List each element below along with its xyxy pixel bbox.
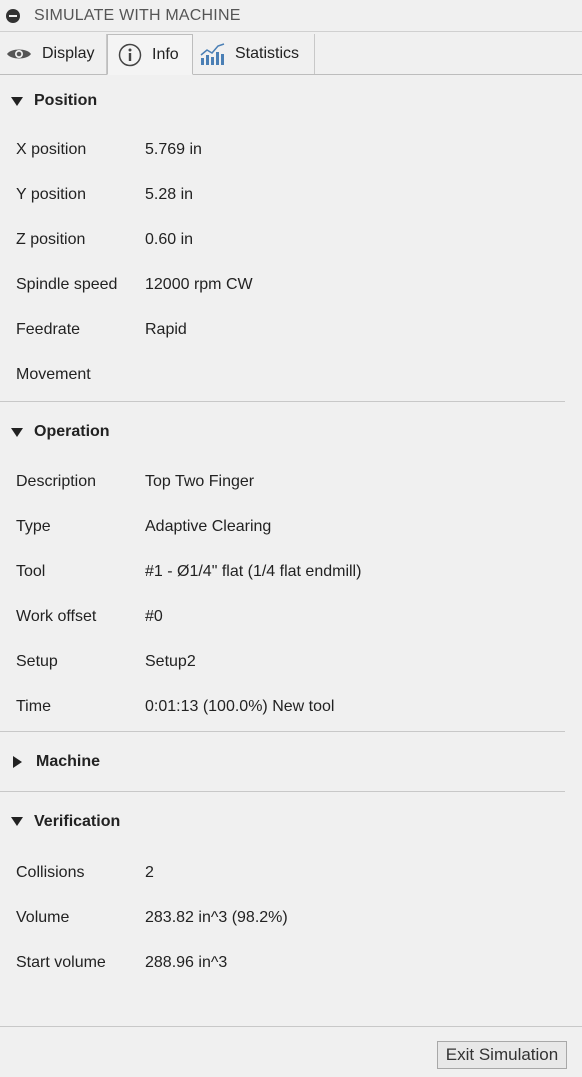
expanded-triangle-icon (11, 817, 23, 826)
property-label: Spindle speed (16, 275, 118, 293)
property-label: Type (16, 517, 51, 535)
verification-section-header[interactable]: Verification (0, 792, 565, 850)
property-row-spindle-speed: Spindle speed 12000 rpm CW (0, 262, 565, 307)
property-row-start-volume: Start volume 288.96 in^3 (0, 940, 565, 985)
property-label: Y position (16, 185, 86, 203)
info-icon (118, 43, 142, 67)
property-value: #0 (145, 607, 163, 625)
tab-statistics-label: Statistics (235, 45, 300, 62)
tab-statistics[interactable]: Statistics (193, 34, 315, 74)
property-row-movement: Movement (0, 352, 565, 397)
property-label: Z position (16, 230, 86, 248)
property-value: 288.96 in^3 (145, 953, 228, 971)
tab-display-label: Display (42, 45, 95, 62)
expanded-triangle-icon (11, 427, 23, 437)
collapsed-triangle-icon (13, 755, 22, 768)
property-value: 283.82 in^3 (98.2%) (145, 908, 288, 926)
property-value: 5.28 in (145, 185, 194, 203)
property-value: Top Two Finger (145, 472, 255, 490)
position-section: Position X position 5.769 in Y position … (0, 75, 565, 402)
property-value: Rapid (145, 320, 187, 338)
operation-section-header[interactable]: Operation (0, 402, 565, 459)
property-label: Collisions (16, 863, 85, 881)
tab-display[interactable]: Display (0, 34, 107, 74)
property-value: 12000 rpm CW (145, 275, 253, 293)
verification-section-title: Verification (34, 812, 121, 830)
property-row-volume: Volume 283.82 in^3 (98.2%) (0, 895, 565, 940)
property-row-x-position: X position 5.769 in (0, 127, 565, 172)
property-row-work-offset: Work offset #0 (0, 594, 565, 639)
property-value: 5.769 in (145, 140, 202, 158)
tab-info[interactable]: Info (107, 34, 193, 75)
property-value: Adaptive Clearing (145, 517, 272, 535)
bar-chart-icon (199, 42, 225, 66)
collapse-panel-icon[interactable] (6, 8, 20, 23)
property-row-tool: Tool #1 - Ø1/4" flat (1/4 flat endmill) (0, 549, 565, 594)
property-row-y-position: Y position 5.28 in (0, 172, 565, 217)
property-label: Movement (16, 365, 91, 383)
property-value: 0:01:13 (100.0%) New tool (145, 697, 335, 715)
operation-section-title: Operation (34, 423, 110, 440)
property-label: Setup (16, 652, 58, 670)
exit-simulation-button[interactable]: Exit Simulation (437, 1041, 567, 1069)
property-row-type: Type Adaptive Clearing (0, 504, 565, 549)
property-value: 0.60 in (145, 230, 194, 248)
property-value: #1 - Ø1/4" flat (1/4 flat endmill) (145, 562, 362, 580)
property-row-setup: Setup Setup2 (0, 639, 565, 684)
property-row-z-position: Z position 0.60 in (0, 217, 565, 262)
machine-section: Machine (0, 732, 565, 792)
property-row-collisions: Collisions 2 (0, 850, 565, 895)
tab-bar: Display Info Statistics (0, 32, 582, 75)
machine-section-title: Machine (36, 752, 101, 770)
property-label: Work offset (16, 607, 97, 625)
panel-title: SIMULATE WITH MACHINE (34, 6, 241, 24)
position-section-header[interactable]: Position (0, 75, 565, 127)
property-row-time: Time 0:01:13 (100.0%) New tool (0, 684, 565, 729)
operation-section: Operation Description Top Two Finger Typ… (0, 402, 565, 732)
property-value: Setup2 (145, 652, 196, 670)
property-label: Volume (16, 908, 70, 926)
verification-section: Verification Collisions 2 Volume 283.82 … (0, 792, 565, 985)
property-label: Description (16, 472, 97, 490)
tab-info-label: Info (152, 45, 179, 63)
expanded-triangle-icon (11, 96, 23, 106)
property-label: X position (16, 140, 87, 158)
position-section-title: Position (34, 92, 98, 109)
property-value: 2 (145, 863, 154, 881)
property-row-feedrate: Feedrate Rapid (0, 307, 565, 352)
panel-titlebar: SIMULATE WITH MACHINE (0, 0, 582, 32)
machine-section-header[interactable]: Machine (0, 732, 565, 791)
property-label: Time (16, 697, 51, 715)
eye-icon (6, 46, 32, 62)
property-label: Start volume (16, 953, 106, 971)
property-row-description: Description Top Two Finger (0, 459, 565, 504)
property-label: Feedrate (16, 320, 81, 338)
panel-footer: Exit Simulation (0, 1026, 582, 1077)
property-label: Tool (16, 562, 46, 580)
